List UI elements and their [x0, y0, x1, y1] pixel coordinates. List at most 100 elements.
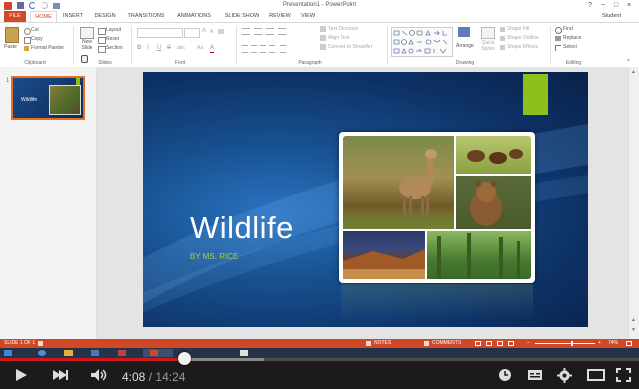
slide-thumbnail[interactable]: Wildlife	[11, 76, 85, 120]
zoom-slider-thumb[interactable]	[571, 341, 573, 346]
tab-transitions[interactable]: TRANSITIONS	[124, 11, 168, 22]
numbering-icon[interactable]	[254, 28, 262, 35]
zoom-out-icon[interactable]: −	[527, 339, 530, 348]
fullscreen-icon[interactable]	[616, 368, 631, 387]
zoom-level[interactable]: 74%	[608, 339, 618, 348]
slide-sorter-icon[interactable]	[486, 341, 492, 346]
taskbar-app-icon[interactable]	[240, 350, 248, 356]
section-button[interactable]: Section	[106, 45, 123, 52]
new-slide-button[interactable]: New Slide	[79, 39, 95, 51]
video-duration: 14:24	[155, 370, 186, 384]
decrease-font-size-button[interactable]: A	[210, 29, 213, 36]
tab-view[interactable]: VIEW	[297, 11, 319, 22]
play-icon[interactable]	[14, 368, 28, 387]
quick-styles-icon[interactable]	[481, 27, 495, 39]
settings-gear-icon[interactable]	[557, 368, 572, 388]
minimize-button[interactable]: −	[597, 0, 609, 11]
help-button[interactable]: ?	[584, 0, 596, 11]
notes-button[interactable]: NOTES	[374, 339, 391, 348]
slide-title[interactable]: Wildlife	[190, 210, 294, 246]
slide-show-icon[interactable]	[508, 341, 514, 346]
next-video-icon[interactable]	[52, 368, 68, 387]
paste-icon[interactable]	[5, 27, 19, 43]
captions-icon[interactable]	[527, 368, 543, 387]
columns-icon[interactable]	[280, 45, 286, 53]
tab-review[interactable]: REVIEW	[267, 11, 293, 22]
copy-button[interactable]: Copy	[31, 36, 43, 43]
close-button[interactable]: ×	[623, 0, 635, 11]
bullets-icon[interactable]	[242, 28, 250, 35]
format-painter-button[interactable]: Format Painter	[31, 45, 64, 52]
align-right-icon[interactable]	[260, 45, 266, 53]
quick-styles-button[interactable]: Quick Styles	[479, 40, 497, 52]
text-direction-button[interactable]: Text Direction	[328, 26, 358, 33]
tab-file[interactable]: FILE	[4, 11, 26, 22]
shape-outline-button[interactable]: Shape Outline	[507, 35, 539, 42]
taskbar-app-icon[interactable]	[118, 350, 126, 356]
photo-collage[interactable]	[339, 132, 535, 283]
increase-font-size-button[interactable]: A	[202, 28, 206, 35]
font-size-dropdown[interactable]	[184, 28, 200, 38]
shapes-gallery[interactable]	[391, 27, 453, 57]
normal-view-icon[interactable]	[475, 341, 481, 346]
shape-fill-button[interactable]: Shape Fill	[507, 26, 529, 33]
change-case-button[interactable]: Aa	[197, 45, 203, 52]
justify-icon[interactable]	[269, 45, 275, 53]
volume-icon[interactable]	[90, 368, 108, 387]
video-scrubber-handle[interactable]	[178, 352, 192, 365]
replace-button[interactable]: Replace	[563, 35, 581, 42]
arrange-button[interactable]: Arrange	[456, 43, 474, 50]
zoom-in-icon[interactable]: +	[598, 339, 601, 348]
spelling-icon[interactable]	[38, 341, 43, 346]
bold-button[interactable]: B	[137, 45, 141, 52]
zoom-slider[interactable]	[535, 343, 595, 344]
align-text-button[interactable]: Align Text	[328, 35, 350, 42]
layout-button[interactable]: Layout	[106, 27, 121, 34]
select-button[interactable]: Select	[563, 44, 577, 51]
paste-button[interactable]: Paste	[4, 44, 17, 51]
font-name-dropdown[interactable]	[137, 28, 183, 38]
previous-slide-icon[interactable]: ▲	[631, 317, 636, 323]
theater-mode-icon[interactable]	[587, 368, 605, 387]
align-center-icon[interactable]	[251, 45, 257, 53]
file-explorer-icon[interactable]	[64, 350, 73, 356]
replace-icon	[555, 36, 561, 41]
font-color-button[interactable]: A	[210, 45, 215, 53]
align-left-icon[interactable]	[242, 45, 248, 53]
fit-slide-icon[interactable]	[626, 341, 632, 346]
browser-icon[interactable]	[38, 350, 46, 356]
watch-later-icon[interactable]	[498, 368, 512, 387]
collapse-ribbon-icon[interactable]: ^	[627, 59, 630, 65]
cut-button[interactable]: Cut	[31, 27, 39, 34]
comments-button[interactable]: COMMENTS	[432, 339, 461, 348]
tab-insert[interactable]: INSERT	[60, 11, 86, 22]
increase-indent-icon[interactable]	[278, 28, 286, 35]
taskbar-app-icon[interactable]	[91, 350, 99, 356]
next-slide-icon[interactable]: ▼	[631, 327, 636, 333]
powerpoint-taskbar-button[interactable]	[143, 349, 173, 357]
clear-formatting-icon[interactable]	[218, 29, 224, 34]
italic-button[interactable]: I	[147, 45, 149, 52]
convert-to-smartart-button[interactable]: Convert to SmartArt	[328, 44, 372, 51]
reading-view-icon[interactable]	[497, 341, 503, 346]
tab-animations[interactable]: ANIMATIONS	[172, 11, 216, 22]
scroll-up-icon[interactable]: ▲	[631, 69, 636, 75]
arrange-icon[interactable]	[458, 27, 470, 37]
text-shadow-button[interactable]: abc	[177, 45, 185, 52]
tab-slide-show[interactable]: SLIDE SHOW	[221, 11, 263, 22]
maximize-button[interactable]: □	[610, 0, 622, 11]
slide-subtitle[interactable]: BY MS. RICE	[190, 252, 239, 262]
reset-button[interactable]: Reset	[106, 36, 119, 43]
new-slide-icon[interactable]	[80, 27, 94, 39]
user-account[interactable]: Student	[602, 11, 621, 22]
ribbon-divider	[550, 26, 551, 64]
start-icon[interactable]	[4, 350, 12, 356]
clipboard-group-label: Clipboard	[24, 60, 46, 66]
decrease-indent-icon[interactable]	[266, 28, 274, 35]
strikethrough-button[interactable]: S	[167, 45, 171, 52]
tab-design[interactable]: DESIGN	[91, 11, 119, 22]
vertical-scrollbar[interactable]: ▲ ▲ ▼	[628, 67, 639, 339]
shape-effects-button[interactable]: Shape Effects	[507, 44, 538, 51]
underline-button[interactable]: U	[157, 45, 161, 52]
find-button[interactable]: Find	[563, 26, 573, 33]
